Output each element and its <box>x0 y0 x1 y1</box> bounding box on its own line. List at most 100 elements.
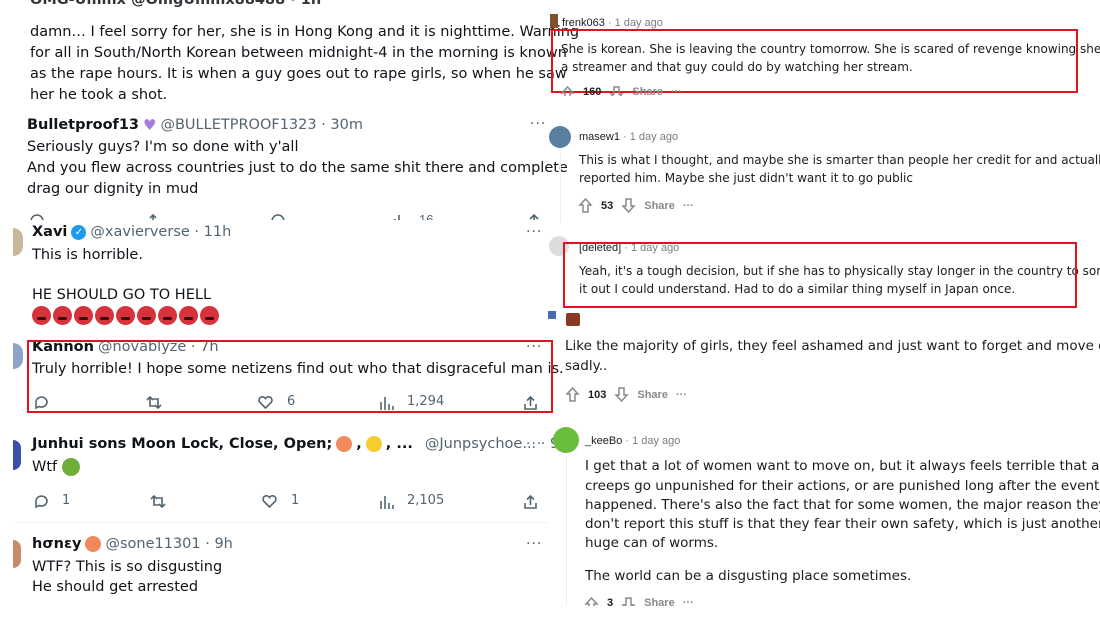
reddit-c2-score: 53 <box>601 199 614 212</box>
reddit-c2-avatar[interactable] <box>549 126 571 148</box>
tweet3-avatar[interactable] <box>13 343 23 369</box>
reddit-c4-avatar-small[interactable] <box>548 311 556 319</box>
tweet1-header: Bulletproof13 ♥ @BULLETPROOF1323 · 30m <box>27 116 363 134</box>
reddit-c5-avatar[interactable] <box>553 427 579 453</box>
tweet2-avatar[interactable] <box>13 228 23 256</box>
upvote-icon[interactable] <box>584 597 599 606</box>
like-icon[interactable] <box>270 213 286 220</box>
tweet4-actions: 1 1 2,105 <box>33 492 543 510</box>
share-icon[interactable] <box>523 494 538 509</box>
tweet4-author-name[interactable]: Junhui sons Moon Lock, Close, Open; <box>32 436 332 452</box>
reddit-c1-share[interactable]: Share <box>632 86 663 96</box>
tweet0-line-4: her he took a shot. <box>30 87 168 103</box>
reddit-c5-header: _keeBo · 1 day ago <box>585 435 680 447</box>
tweet4-body: Wtf <box>32 458 81 476</box>
downvote-icon[interactable] <box>609 86 625 96</box>
tweet1-views-count: 16 <box>419 212 434 220</box>
highlight-box-reddit-c1 <box>551 29 1078 93</box>
peach-icon <box>85 536 102 552</box>
downvote-icon[interactable] <box>614 387 630 402</box>
angry-face-icon <box>116 306 135 325</box>
tweet1-more-button[interactable]: ··· <box>530 116 546 132</box>
tweet2-more-button[interactable]: ··· <box>526 224 542 240</box>
angry-face-icon <box>200 306 219 325</box>
tweet1-actions-cut: 16 <box>27 210 547 220</box>
angry-face-icon <box>158 306 177 325</box>
reddit-c5-username[interactable]: _keeBo <box>585 435 622 447</box>
upvote-icon[interactable] <box>578 198 593 213</box>
comma-text: , <box>356 436 362 452</box>
retweet-icon[interactable] <box>147 213 165 220</box>
reddit-c2-share[interactable]: Share <box>644 200 675 212</box>
tweet5-author-name[interactable]: hσnεy <box>32 536 81 552</box>
tweet4-views-count: 2,105 <box>407 493 445 508</box>
reddit-c2-username[interactable]: masew1 <box>579 131 620 143</box>
tweet2-header: Xavi ✓ @xavierverse · 11h <box>32 224 231 240</box>
tweet4-header: Junhui sons Moon Lock, Close, Open; , , … <box>32 436 568 452</box>
tweet2-author-name[interactable]: Xavi <box>32 224 67 240</box>
upvote-icon[interactable] <box>560 86 575 96</box>
reddit-c2-header: masew1 · 1 day ago <box>579 131 678 143</box>
tweet4-more-button[interactable]: ··· <box>526 436 542 452</box>
reply-icon[interactable] <box>33 493 50 510</box>
reddit-c4-avatar[interactable] <box>566 313 580 326</box>
views-icon[interactable] <box>393 213 407 220</box>
reddit-c4-score: 103 <box>588 388 607 401</box>
downvote-icon[interactable] <box>621 198 636 213</box>
reddit-c1-username[interactable]: frenk063 <box>562 17 605 29</box>
tweet1-line-3: drag our dignity in mud <box>27 181 199 197</box>
tweet4-text: Wtf <box>32 459 58 475</box>
angry-face-icon <box>137 306 156 325</box>
like-icon[interactable] <box>261 493 278 510</box>
reddit-c1-avatar[interactable] <box>550 14 558 28</box>
upvote-icon[interactable] <box>565 387 580 402</box>
reddit-c4-line-1: Like the majority of girls, they feel as… <box>565 338 1100 354</box>
tweet2-handle[interactable]: @xavierverse · 11h <box>90 224 231 240</box>
tweet0-line-1: damn… I feel sorry for her, she is in Ho… <box>30 24 580 40</box>
retweet-icon[interactable] <box>149 493 167 510</box>
reddit-c1-score: 160 <box>583 86 602 96</box>
tweet1-line-1: Seriously guys? I'm so done with y'all <box>27 139 299 155</box>
reddit-c5-line-4: don't report this stuff is that they fea… <box>585 516 1100 532</box>
tweet4-handle[interactable]: @Junpsychoe... · 9h <box>425 436 569 452</box>
tweet5-handle[interactable]: @sone11301 · 9h <box>105 536 232 552</box>
reddit-c5-score: 3 <box>607 597 614 606</box>
share-icon[interactable] <box>527 213 541 220</box>
reddit-c5-time: · 1 day ago <box>625 435 681 447</box>
reddit-c4-line-2: sadly.. <box>565 358 608 374</box>
angry-face-icon <box>179 306 198 325</box>
thread-line <box>566 456 567 606</box>
thread-line <box>560 152 561 222</box>
reply-icon[interactable] <box>29 213 45 220</box>
tweet5-avatar[interactable] <box>13 540 21 568</box>
tweet1-line-2: And you flew across countries just to do… <box>27 160 568 176</box>
reddit-c5-line-5: huge can of worms. <box>585 535 719 551</box>
tweet1-handle[interactable]: @BULLETPROOF1323 · 30m <box>160 117 363 133</box>
angry-emoji-row <box>32 306 221 325</box>
tweet0-line-3: as the rape hours. It is when a guy goes… <box>30 66 567 82</box>
reddit-c5-share[interactable]: Share <box>644 597 675 606</box>
tweet4-like-count: 1 <box>291 493 300 508</box>
angry-face-icon <box>32 306 51 325</box>
tweet4-reply-count: 1 <box>62 493 71 508</box>
tweet0-header-cut: OMG-Ummx @OmgUmmx88488 · 1h <box>30 0 321 8</box>
reddit-c5-line-2: creeps go unpunished for their actions, … <box>585 478 1100 494</box>
tweet4-avatar[interactable] <box>13 440 21 470</box>
purple-heart-icon: ♥ <box>143 116 157 134</box>
tweet5-line-1: WTF? This is so disgusting <box>32 559 223 575</box>
downvote-icon[interactable] <box>621 597 636 606</box>
peach-icon <box>336 436 353 452</box>
reddit-c5-actions-cut: 3 Share ··· <box>584 597 694 606</box>
nauseated-face-icon <box>62 458 81 476</box>
reddit-c4-share[interactable]: Share <box>637 389 668 401</box>
tweet5-more-button[interactable]: ··· <box>526 536 542 552</box>
tweet1-author-name[interactable]: Bulletproof13 <box>27 117 139 133</box>
lemon-icon <box>365 436 382 452</box>
reddit-c5-more[interactable]: ··· <box>683 597 694 606</box>
highlight-box-tweet3 <box>27 340 553 413</box>
reddit-c1-more[interactable]: ··· <box>671 86 682 96</box>
reddit-c4-more[interactable]: ··· <box>676 389 687 401</box>
views-icon[interactable] <box>379 494 394 509</box>
reddit-c2-more[interactable]: ··· <box>683 200 694 212</box>
verified-badge-icon: ✓ <box>71 224 87 240</box>
